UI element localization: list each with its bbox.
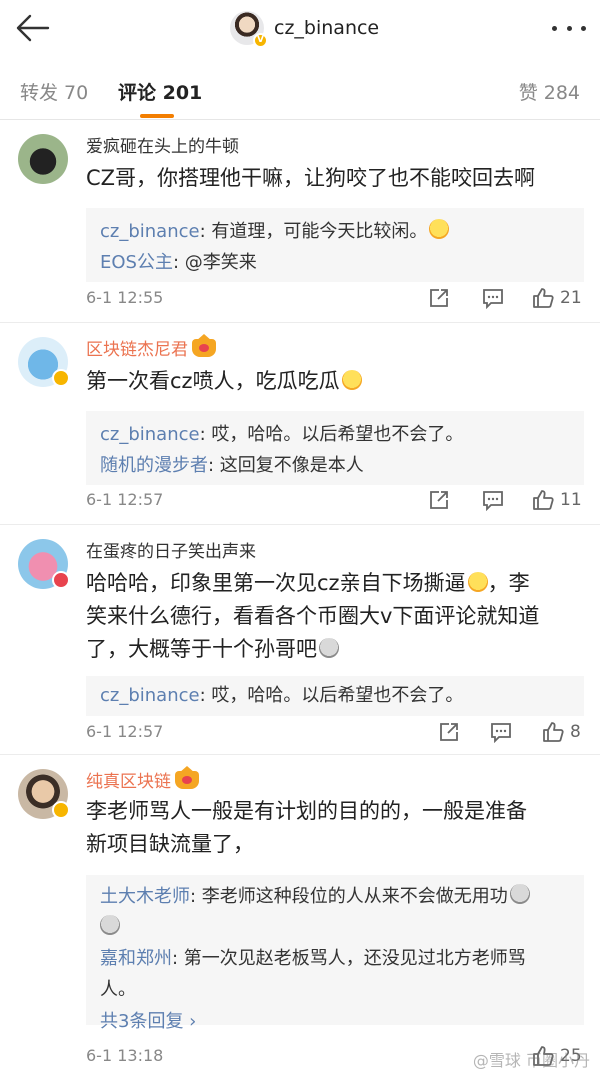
comment-icon[interactable] (482, 485, 504, 515)
reply-author[interactable]: cz_binance (100, 424, 200, 445)
comment-time: 6-1 12:55 (86, 288, 164, 307)
comment-username[interactable]: 在蛋疼的日子笑出声来 (86, 537, 256, 562)
comment-meta: 6-1 12:57 11 (86, 485, 586, 515)
comment-icon[interactable] (482, 283, 504, 313)
shocked-emoji-icon (319, 638, 339, 658)
tab-comments[interactable]: 评论 201 (118, 78, 202, 105)
reply-author[interactable]: 随机的漫步者 (100, 455, 208, 476)
vip-crown-icon (175, 766, 199, 789)
reply-text: : 李老师这种段位的人从来不会做无用功 (190, 886, 508, 907)
comment-text: CZ哥，你搭理他干嘛，让狗咬了也不能咬回去啊 (86, 166, 536, 190)
tab-bar: 转发 70 评论 201 赞 284 (0, 58, 600, 120)
tab-likes[interactable]: 赞 284 (519, 78, 580, 105)
comment-item: 区块链杰尼君 第一次看cz喷人，吃瓜吃瓜 cz_binance: 哎，哈哈。以后… (0, 323, 600, 525)
reply-box[interactable]: 土大木老师: 李老师这种段位的人从来不会做无用功 嘉和郑州: 第一次见赵老板骂人… (86, 875, 584, 1032)
reply-author[interactable]: cz_binance (100, 685, 200, 706)
like-button[interactable]: 8 (542, 717, 581, 747)
comment-time: 6-1 13:18 (86, 1046, 164, 1065)
like-button[interactable]: 21 (532, 283, 582, 313)
comment-meta: 6-1 12:57 8 (86, 717, 586, 747)
reply-text: : @李笑来 (172, 252, 257, 273)
comment-icon[interactable] (490, 717, 512, 747)
member-badge-icon (52, 571, 70, 589)
verified-badge-icon (52, 801, 70, 819)
comment-username[interactable]: 纯真区块链 (86, 766, 199, 792)
comment-item: 爱疯砸在头上的牛顿 CZ哥，你搭理他干嘛，让狗咬了也不能咬回去啊 cz_bina… (0, 120, 600, 323)
reply-text: : 有道理，可能今天比较闲。 (199, 221, 428, 242)
comment-text: 李老师骂人一般是有计划的目的的，一般是准备 新项目缺流量了， (86, 799, 527, 856)
like-button[interactable]: 11 (532, 485, 582, 515)
verified-badge-icon: V (253, 33, 268, 48)
shocked-emoji-icon (100, 915, 120, 935)
like-count: 11 (560, 490, 582, 510)
comment-username[interactable]: 爱疯砸在头上的牛顿 (86, 132, 239, 157)
comment-item: 纯真区块链 李老师骂人一般是有计划的目的的，一般是准备 新项目缺流量了， 土大木老… (0, 755, 600, 1075)
comment-text: 第一次看cz喷人，吃瓜吃瓜 (86, 365, 582, 398)
vip-crown-icon (192, 334, 216, 357)
reply-author[interactable]: EOS公主 (100, 252, 173, 273)
doge-emoji-icon (467, 572, 488, 592)
top-bar: V cz_binance (0, 0, 600, 58)
share-icon[interactable] (438, 717, 460, 747)
reply-author[interactable]: 土大木老师 (100, 886, 190, 907)
more-options-icon[interactable] (552, 18, 586, 38)
thumbs-up-icon (543, 722, 564, 742)
reply-author[interactable]: cz_binance (100, 221, 200, 242)
active-tab-indicator (140, 114, 174, 118)
comment-username[interactable]: 区块链杰尼君 (86, 334, 216, 360)
watermark: @雪球 币圈小丹 (472, 1051, 590, 1070)
back-arrow-icon[interactable] (14, 12, 50, 44)
comment-item: 在蛋疼的日子笑出声来 哈哈哈，印象里第一次见cz亲自下场撕逼 ，李 笑来什么德行，看… (0, 525, 600, 755)
comment-time: 6-1 12:57 (86, 490, 164, 509)
reply-box[interactable]: cz_binance: 哎，哈哈。以后希望也不会了。 (86, 676, 584, 716)
reply-text-cont: 人。 (100, 979, 136, 1000)
like-count: 21 (560, 288, 582, 308)
reply-text: : 哎，哈哈。以后希望也不会了。 (199, 685, 464, 706)
like-count: 8 (570, 722, 581, 742)
shocked-emoji-icon (509, 884, 530, 904)
reply-author[interactable]: 嘉和郑州 (100, 948, 172, 969)
view-more-replies-link[interactable]: 共3条回复 › (100, 1005, 570, 1039)
thumbs-up-icon (533, 288, 554, 308)
reply-text: : 这回复不像是本人 (208, 455, 364, 476)
reply-text: : 哎，哈哈。以后希望也不会了。 (199, 424, 464, 445)
laugh-emoji-icon (429, 219, 450, 239)
comment-meta: 6-1 12:55 21 (86, 283, 586, 313)
avatar[interactable]: V (230, 11, 268, 48)
tab-reposts[interactable]: 转发 70 (20, 78, 88, 105)
reply-text: : 第一次见赵老板骂人，还没见过北方老师骂 (172, 948, 526, 969)
reply-box[interactable]: cz_binance: 有道理，可能今天比较闲。 EOS公主: @李笑来 (86, 208, 584, 282)
yummy-emoji-icon (341, 370, 362, 390)
comment-time: 6-1 12:57 (86, 722, 164, 741)
page-title[interactable]: V cz_binance (230, 10, 380, 48)
share-icon[interactable] (428, 283, 450, 313)
comment-text: 哈哈哈，印象里第一次见cz亲自下场撕逼 ，李 笑来什么德行，看看各个币圈大v下面评论… (86, 571, 540, 661)
thumbs-up-icon (533, 490, 554, 510)
title-username: cz_binance (274, 17, 380, 39)
reply-box[interactable]: cz_binance: 哎，哈哈。以后希望也不会了。 随机的漫步者: 这回复不像… (86, 411, 584, 485)
avatar[interactable] (18, 134, 68, 184)
verified-badge-icon (52, 369, 70, 387)
share-icon[interactable] (428, 485, 450, 515)
